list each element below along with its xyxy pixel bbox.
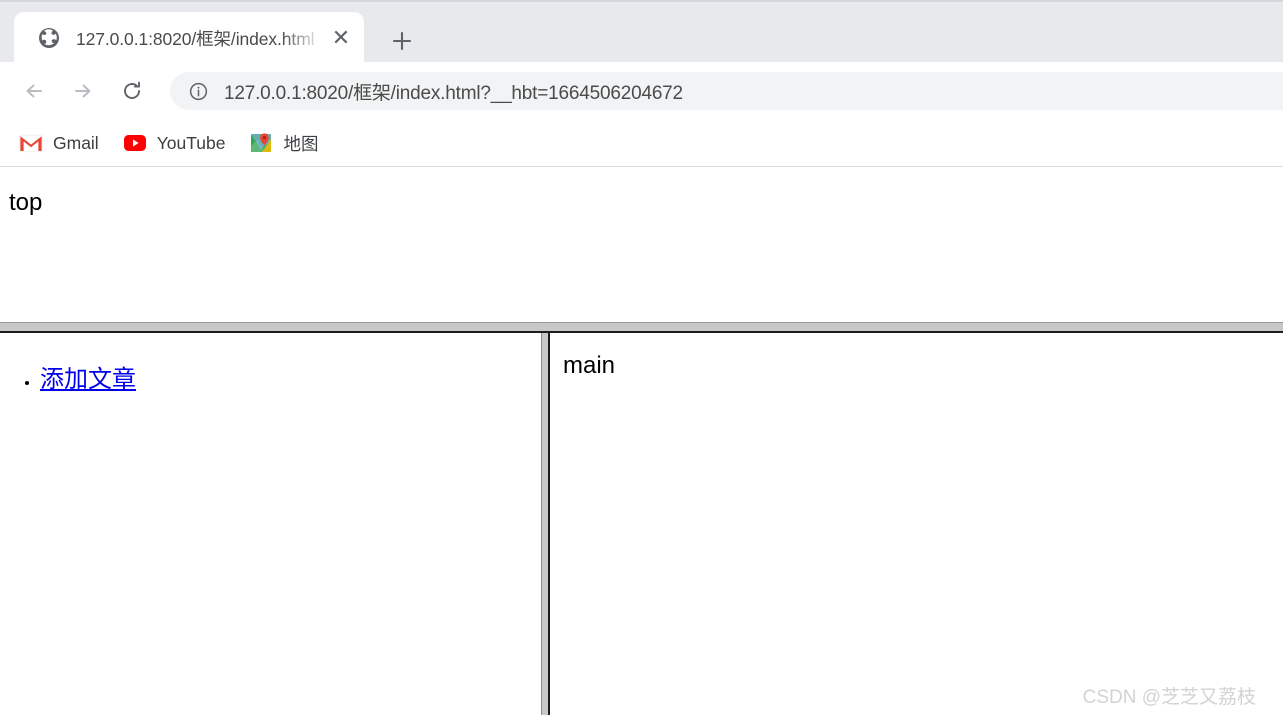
csdn-watermark: CSDN @芝芝又荔枝 <box>1082 687 1256 708</box>
frame-menu: 添加文章 <box>0 333 541 715</box>
menu-list: 添加文章 <box>0 359 541 394</box>
bookmark-label: 地图 <box>283 133 319 154</box>
info-circle-icon[interactable] <box>185 78 211 104</box>
page-viewport: top 添加文章 main CSDN @芝芝又荔枝 <box>0 168 1283 715</box>
browser-tab[interactable]: 127.0.0.1:8020/框架/index.html ✕ <box>14 12 364 64</box>
horizontal-frame-splitter[interactable] <box>0 322 1283 333</box>
bookmark-youtube[interactable]: YouTube <box>118 126 237 160</box>
arrow-right-icon <box>75 84 91 98</box>
frame-top: top <box>0 168 1283 322</box>
bookmarks-bar: Gmail YouTube 地图 <box>0 120 1283 167</box>
reload-icon <box>124 81 140 99</box>
plus-icon <box>392 31 412 51</box>
bookmark-gmail[interactable]: Gmail <box>14 126 110 160</box>
new-tab-button[interactable] <box>385 24 419 58</box>
frame-row: 添加文章 main CSDN @芝芝又荔枝 <box>0 333 1283 715</box>
bookmark-label: YouTube <box>156 132 226 153</box>
arrow-left-icon <box>26 84 42 98</box>
frame-main: main CSDN @芝芝又荔枝 <box>550 333 1283 715</box>
address-bar-url: 127.0.0.1:8020/框架/index.html?__hbt=16645… <box>224 82 683 104</box>
bookmark-maps[interactable]: 地图 <box>244 126 329 160</box>
browser-window: 127.0.0.1:8020/框架/index.html ✕ 127.0.0.1… <box>0 0 1283 715</box>
youtube-icon <box>122 130 148 156</box>
tab-title: 127.0.0.1:8020/框架/index.html <box>76 28 315 49</box>
globe-icon <box>36 25 62 51</box>
forward-button[interactable] <box>63 71 103 111</box>
back-button[interactable] <box>14 71 54 111</box>
browser-toolbar: 127.0.0.1:8020/框架/index.html?__hbt=16645… <box>0 62 1283 120</box>
bookmark-label: Gmail <box>53 132 99 153</box>
google-maps-icon <box>248 130 274 156</box>
list-item: 添加文章 <box>40 359 541 394</box>
close-icon[interactable]: ✕ <box>326 23 356 53</box>
reload-button[interactable] <box>112 71 152 111</box>
main-frame-label: main <box>563 352 616 379</box>
top-frame-label: top <box>9 189 43 216</box>
address-bar[interactable]: 127.0.0.1:8020/框架/index.html?__hbt=16645… <box>170 72 1283 110</box>
add-article-link[interactable]: 添加文章 <box>40 366 136 393</box>
tab-strip: 127.0.0.1:8020/框架/index.html ✕ <box>0 0 1283 64</box>
gmail-icon <box>18 130 44 156</box>
vertical-frame-splitter[interactable] <box>541 333 550 715</box>
